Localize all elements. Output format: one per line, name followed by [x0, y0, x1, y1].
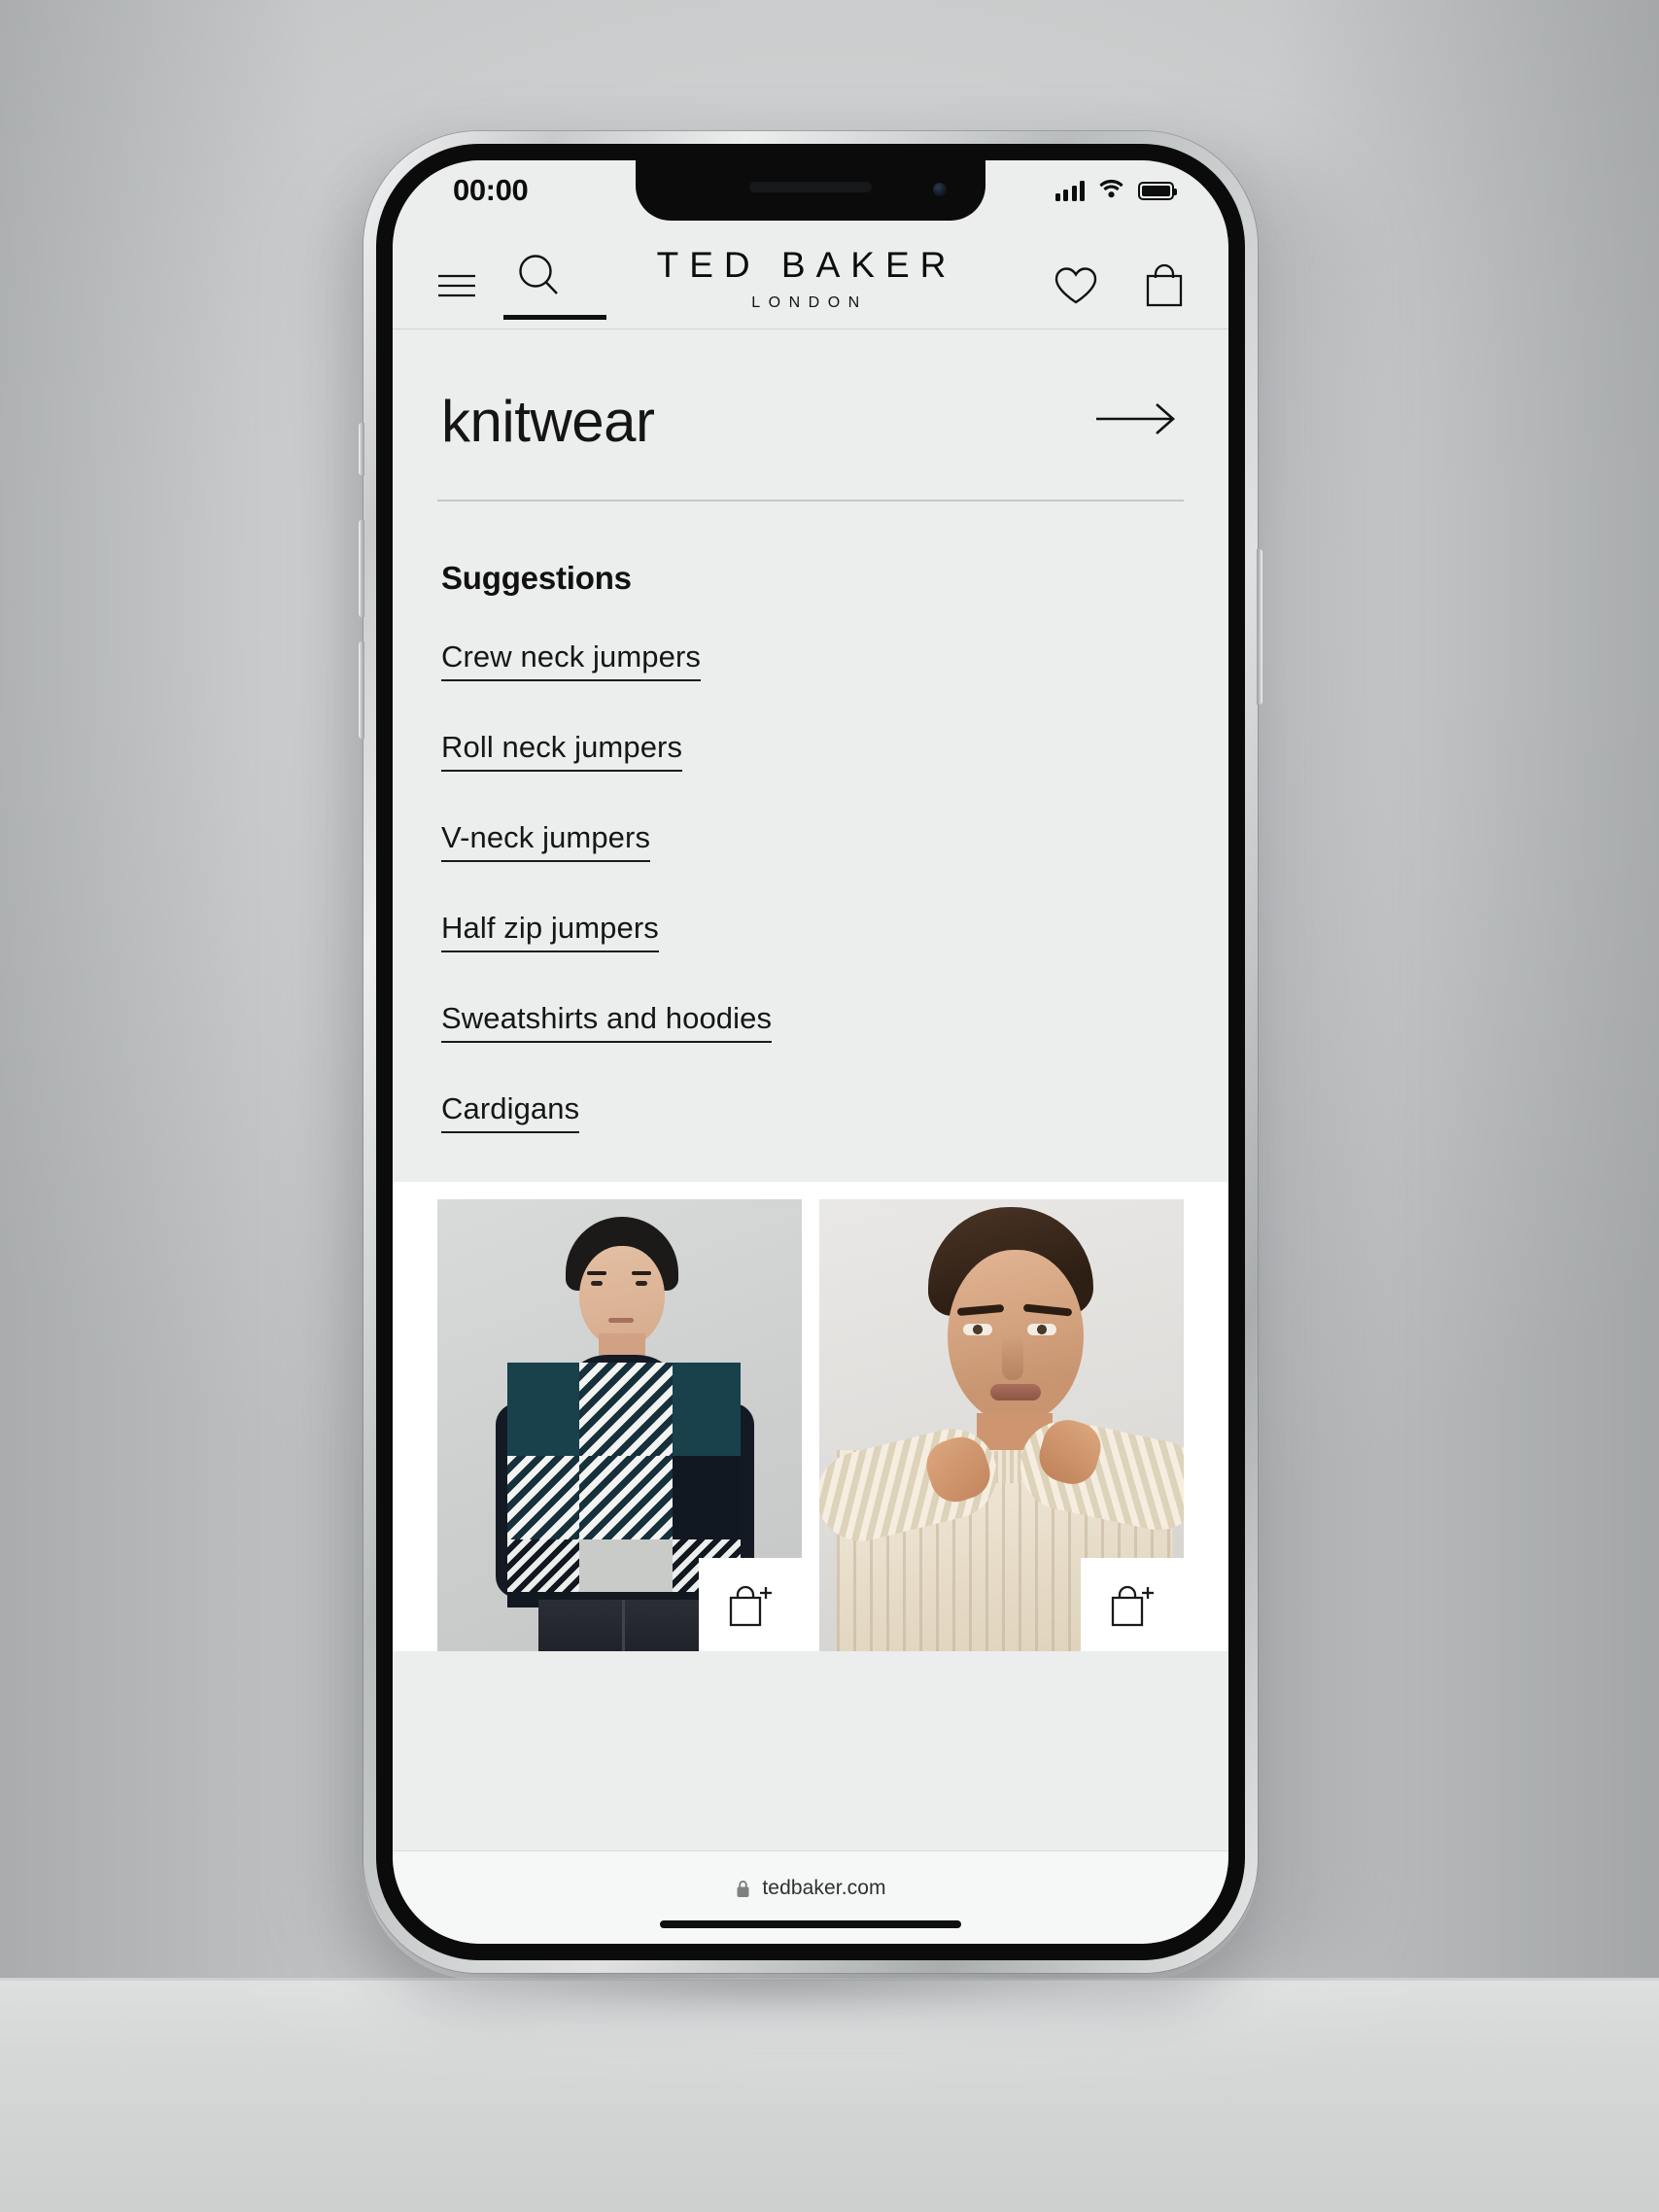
lock-icon: [735, 1879, 751, 1899]
model-brow: [587, 1270, 606, 1275]
suggestion-link-half-zip-jumpers[interactable]: Half zip jumpers: [441, 911, 659, 952]
url-row[interactable]: tedbaker.com: [735, 1877, 886, 1900]
suggestion-row: Half zip jumpers: [441, 911, 1180, 1001]
model-eye: [636, 1280, 647, 1286]
model-eye: [963, 1323, 992, 1335]
model-trousers: [538, 1599, 711, 1651]
shopping-bag-icon[interactable]: [1145, 263, 1184, 308]
header-right-group: [1054, 263, 1184, 308]
suggestion-link-v-neck-jumpers[interactable]: V-neck jumpers: [441, 820, 651, 862]
model-eye: [1027, 1323, 1056, 1335]
search-row: [437, 329, 1184, 500]
suggestions-section: Suggestions Crew neck jumpers Roll neck …: [393, 501, 1228, 1182]
product-card[interactable]: [437, 1198, 802, 1651]
battery-full-icon: [1138, 181, 1177, 200]
safari-bottom-bar: tedbaker.com: [393, 1850, 1228, 1944]
model-face: [579, 1245, 665, 1347]
suggestion-link-cardigans[interactable]: Cardigans: [441, 1091, 580, 1133]
suggestion-row: Crew neck jumpers: [441, 639, 1180, 730]
hamburger-menu-icon[interactable]: [437, 273, 476, 298]
suggestion-row: V-neck jumpers: [441, 820, 1180, 911]
power-button[interactable]: [1257, 549, 1262, 705]
model-brow: [632, 1270, 651, 1275]
suggestion-row: Sweatshirts and hoodies: [441, 1001, 1180, 1091]
brand-name: TED BAKER: [656, 244, 957, 285]
status-icon-group: [1054, 178, 1177, 203]
site-header: TED BAKER LONDON: [393, 221, 1228, 329]
add-to-bag-button[interactable]: [1081, 1557, 1184, 1651]
add-to-bag-button[interactable]: [699, 1557, 802, 1651]
search-tab-active-underline: [503, 314, 606, 320]
device-screen: 00:00 TED BAKER LONDON knitwear Suggesti…: [393, 160, 1228, 1944]
home-indicator[interactable]: [660, 1920, 961, 1928]
model-eye: [591, 1280, 603, 1286]
volume-up-button[interactable]: [359, 520, 364, 617]
model-nose: [1002, 1334, 1023, 1380]
volume-down-button[interactable]: [359, 641, 364, 739]
product-card[interactable]: [819, 1198, 1184, 1651]
suggestion-row: Roll neck jumpers: [441, 730, 1180, 820]
status-clock: 00:00: [453, 173, 529, 207]
brand-subtitle: LONDON: [751, 294, 868, 311]
studio-scene: tedbaker.com 00:00: [0, 0, 1659, 2212]
search-section: [393, 329, 1228, 501]
suggestion-row: Cardigans: [441, 1091, 1180, 1182]
device-bezel: 00:00 TED BAKER LONDON knitwear Suggesti…: [376, 144, 1245, 1960]
cellular-signal-icon: [1054, 180, 1085, 201]
iphone-device: 00:00 TED BAKER LONDON knitwear Suggesti…: [359, 131, 1262, 1973]
suggestion-link-sweatshirts-and-hoodies[interactable]: Sweatshirts and hoodies: [441, 1001, 773, 1043]
search-submit-button[interactable]: [1094, 399, 1180, 443]
heart-icon[interactable]: [1054, 265, 1098, 306]
header-left-group: [437, 254, 606, 320]
product-grid: [393, 1181, 1228, 1651]
speaker-grille-icon: [749, 182, 872, 192]
front-camera-icon: [933, 183, 947, 196]
search-icon[interactable]: [503, 254, 606, 320]
suggestion-link-crew-neck-jumpers[interactable]: Crew neck jumpers: [441, 639, 702, 681]
wall-shadow-left: [0, 0, 321, 1983]
search-input[interactable]: [441, 388, 988, 455]
mute-switch[interactable]: [359, 423, 364, 475]
device-notch: [636, 160, 985, 221]
brand-logo[interactable]: TED BAKER LONDON: [657, 247, 957, 325]
model-mouth: [990, 1383, 1041, 1400]
suggestions-title: Suggestions: [441, 559, 632, 596]
suggestion-link-roll-neck-jumpers[interactable]: Roll neck jumpers: [441, 730, 683, 772]
model-mouth: [608, 1317, 634, 1323]
trouser-seam: [622, 1599, 625, 1651]
url-text: tedbaker.com: [762, 1877, 886, 1899]
wifi-icon: [1098, 178, 1124, 203]
